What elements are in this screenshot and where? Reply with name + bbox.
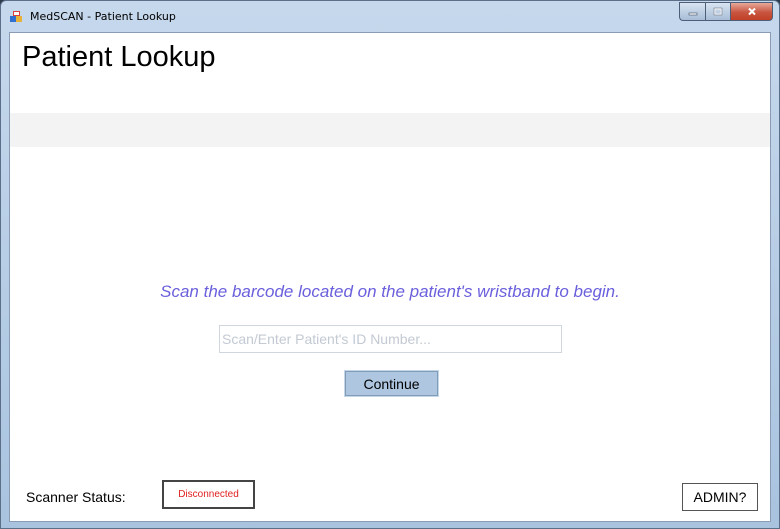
admin-button[interactable]: ADMIN? bbox=[682, 483, 758, 511]
app-window: MedSCAN - Patient Lookup Patient Lookup bbox=[0, 0, 780, 529]
patient-id-input[interactable] bbox=[219, 325, 562, 353]
title-bar[interactable]: MedSCAN - Patient Lookup bbox=[1, 1, 779, 33]
maximize-button[interactable] bbox=[705, 2, 730, 21]
scanner-status-label: Scanner Status: bbox=[26, 489, 126, 505]
scan-instruction: Scan the barcode located on the patient'… bbox=[160, 282, 620, 301]
window-controls bbox=[679, 2, 773, 21]
page-title: Patient Lookup bbox=[22, 41, 216, 73]
window-title: MedSCAN - Patient Lookup bbox=[30, 10, 176, 23]
scanner-status-box: Disconnected bbox=[162, 480, 255, 509]
header-band bbox=[10, 113, 770, 147]
minimize-button[interactable] bbox=[679, 2, 705, 21]
app-icon bbox=[10, 10, 23, 23]
continue-button[interactable]: Continue bbox=[344, 370, 439, 397]
client-area: Patient Lookup Scan the barcode located … bbox=[9, 32, 771, 522]
maximize-icon bbox=[713, 7, 723, 16]
minimize-icon bbox=[688, 12, 697, 15]
scanner-status-value: Disconnected bbox=[178, 489, 239, 500]
close-button[interactable] bbox=[730, 2, 773, 21]
close-icon bbox=[747, 7, 756, 16]
